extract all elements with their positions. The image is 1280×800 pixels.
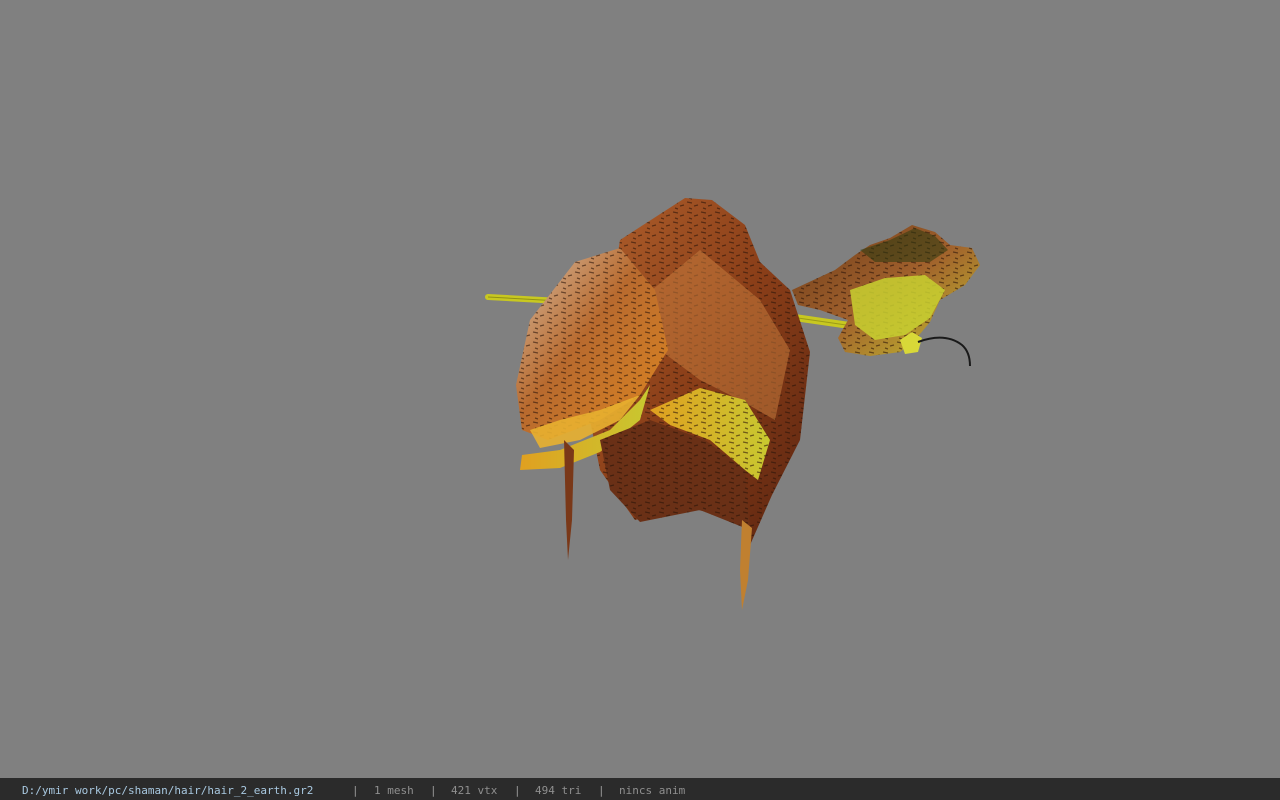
status-separator: | bbox=[514, 784, 521, 797]
status-bar: D:/ymir work/pc/shaman/hair/hair_2_earth… bbox=[0, 778, 1280, 800]
leaf-ornament bbox=[792, 225, 980, 367]
mesh-count: 1 mesh bbox=[374, 784, 414, 797]
status-separator: | bbox=[352, 784, 359, 797]
animation-status: nincs anim bbox=[619, 784, 686, 797]
status-separator: | bbox=[598, 784, 605, 797]
status-separator: | bbox=[430, 784, 437, 797]
hair-bun bbox=[516, 198, 810, 610]
hair-model-render[interactable] bbox=[0, 0, 1280, 778]
vertex-count: 421 vtx bbox=[451, 784, 498, 797]
3d-viewport[interactable] bbox=[0, 0, 1280, 778]
triangle-count: 494 tri bbox=[535, 784, 582, 797]
file-path: D:/ymir work/pc/shaman/hair/hair_2_earth… bbox=[22, 784, 314, 797]
